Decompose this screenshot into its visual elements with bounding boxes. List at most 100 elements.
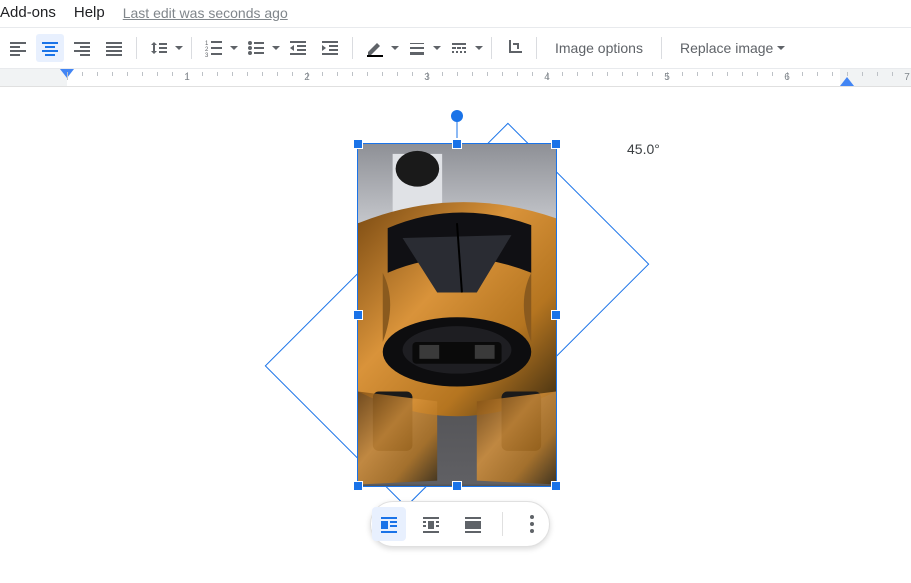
resize-handle-n[interactable]: [452, 139, 462, 149]
separator: [536, 37, 537, 59]
ruler-tick: [247, 72, 248, 76]
ruler-tick: [262, 72, 263, 76]
wrap-break-button[interactable]: [456, 507, 490, 541]
ruler-tick: [682, 72, 683, 76]
border-color-dropdown[interactable]: [361, 34, 399, 62]
pencil-icon: [366, 39, 384, 57]
ruler-tick: [217, 72, 218, 76]
ruler-tick: [337, 72, 338, 76]
ruler-tick: [412, 72, 413, 76]
menu-help[interactable]: Help: [74, 4, 105, 21]
resize-handle-nw[interactable]: [353, 139, 363, 149]
ruler-label: 3: [424, 72, 430, 83]
replace-image-dropdown[interactable]: Replace image: [670, 34, 795, 62]
ruler-tick: [892, 72, 893, 76]
resize-handle-sw[interactable]: [353, 481, 363, 491]
ruler-tick: [397, 72, 398, 76]
bulleted-list-dropdown[interactable]: [242, 34, 280, 62]
resize-handle-se[interactable]: [551, 481, 561, 491]
svg-text:3: 3: [205, 53, 209, 57]
ruler-tick: [817, 72, 818, 76]
ruler-tick: [847, 72, 848, 76]
ruler-tick: [577, 72, 578, 76]
wrap-text-icon: [421, 514, 441, 534]
separator: [491, 37, 492, 59]
ruler-tick: [532, 72, 533, 76]
decrease-indent-icon: [289, 39, 307, 57]
align-left-button[interactable]: [4, 34, 32, 62]
ruler-label: 2: [304, 72, 310, 83]
chevron-down-icon: [777, 46, 785, 50]
wrap-break-icon: [463, 514, 483, 534]
ruler-tick: [727, 72, 728, 76]
chevron-down-icon: [230, 46, 238, 50]
ruler[interactable]: 1234567: [0, 69, 911, 87]
border-weight-dropdown[interactable]: [403, 34, 441, 62]
ruler-margin-left: [0, 69, 67, 86]
document-canvas[interactable]: 45.0°: [0, 87, 911, 574]
ruler-label: 4: [544, 72, 550, 83]
ruler-tick: [382, 72, 383, 76]
ruler-tick: [652, 72, 653, 76]
chevron-down-icon: [272, 46, 280, 50]
resize-handle-s[interactable]: [452, 481, 462, 491]
ruler-label: 1: [184, 72, 190, 83]
line-spacing-icon: [150, 39, 168, 57]
line-spacing-dropdown[interactable]: [145, 34, 183, 62]
align-justify-button[interactable]: [100, 34, 128, 62]
ruler-label: 6: [784, 72, 790, 83]
align-left-icon: [9, 39, 27, 57]
image-wrap-toolbar: [370, 501, 550, 547]
wrap-inline-icon: [379, 514, 399, 534]
wrap-text-button[interactable]: [414, 507, 448, 541]
ruler-tick: [232, 72, 233, 76]
ruler-tick: [277, 72, 278, 76]
chevron-down-icon: [475, 46, 483, 50]
chevron-down-icon: [391, 46, 399, 50]
resize-handle-e[interactable]: [551, 310, 561, 320]
ruler-tick: [157, 72, 158, 76]
align-justify-icon: [105, 39, 123, 57]
selected-image[interactable]: [357, 143, 557, 487]
wrap-inline-button[interactable]: [372, 507, 406, 541]
border-dash-icon: [450, 39, 468, 57]
ruler-tick: [562, 72, 563, 76]
edit-status[interactable]: Last edit was seconds ago: [123, 5, 288, 21]
ruler-tick: [367, 72, 368, 76]
align-right-button[interactable]: [68, 34, 96, 62]
ruler-tick: [502, 72, 503, 76]
border-dash-dropdown[interactable]: [445, 34, 483, 62]
ruler-tick: [607, 72, 608, 76]
menubar: Add-ons Help Last edit was seconds ago: [0, 0, 911, 28]
align-right-icon: [73, 39, 91, 57]
crop-button[interactable]: [500, 34, 528, 62]
right-indent-marker[interactable]: [840, 77, 854, 86]
ruler-tick: [472, 72, 473, 76]
ruler-tick: [457, 72, 458, 76]
align-center-icon: [41, 39, 59, 57]
car-image: [358, 144, 556, 485]
menu-addons[interactable]: Add-ons: [0, 4, 56, 21]
resize-handle-ne[interactable]: [551, 139, 561, 149]
more-options-button[interactable]: [515, 507, 549, 541]
align-center-button[interactable]: [36, 34, 64, 62]
ruler-tick: [517, 72, 518, 76]
rotate-handle[interactable]: [451, 110, 463, 122]
ruler-tick: [742, 72, 743, 76]
separator: [352, 37, 353, 59]
separator: [502, 512, 503, 536]
more-vertical-icon: [530, 515, 534, 533]
chevron-down-icon: [433, 46, 441, 50]
numbered-list-dropdown[interactable]: 123: [200, 34, 238, 62]
increase-indent-button[interactable]: [316, 34, 344, 62]
ruler-label: 5: [664, 72, 670, 83]
numbered-list-icon: 123: [205, 39, 223, 57]
ruler-tick: [82, 72, 83, 76]
ruler-tick: [487, 72, 488, 76]
resize-handle-w[interactable]: [353, 310, 363, 320]
ruler-tick: [772, 72, 773, 76]
replace-image-label: Replace image: [680, 40, 773, 56]
decrease-indent-button[interactable]: [284, 34, 312, 62]
increase-indent-icon: [321, 39, 339, 57]
image-options-button[interactable]: Image options: [545, 34, 653, 62]
